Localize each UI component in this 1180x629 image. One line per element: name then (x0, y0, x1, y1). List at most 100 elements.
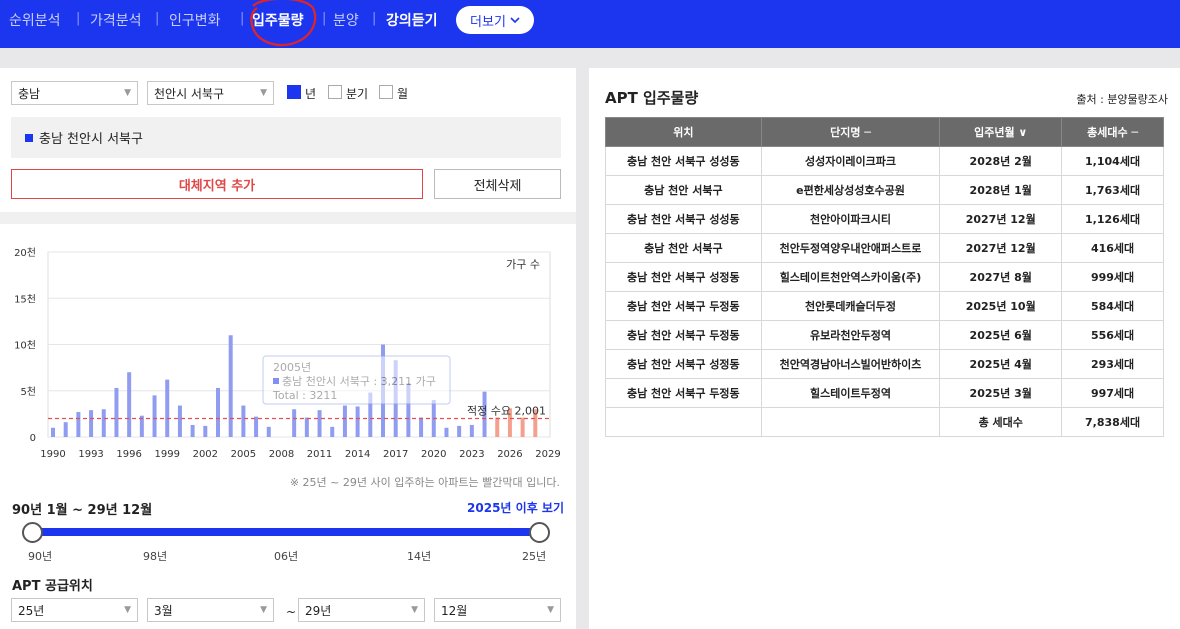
nav-separator: | (76, 11, 81, 26)
more-button[interactable]: 더보기 (456, 6, 534, 34)
header-complex-name[interactable]: 단지명 ─ (760, 117, 941, 147)
red-circle-annotation (250, 0, 317, 47)
to-month-select[interactable]: 12월 ▼ (434, 598, 561, 622)
cell-complex-name: 천안롯데캐슬더두정 (760, 291, 941, 321)
cell-complex-name: 힐스테이트두정역 (760, 378, 941, 408)
checkbox-year-label: 년 (305, 87, 317, 101)
header-total-units[interactable]: 총세대수 ─ (1061, 117, 1164, 147)
cell-location: 충남 천안 서북구 성정동 (605, 349, 762, 379)
nav-item-lecture[interactable]: 강의듣기 (386, 10, 438, 30)
range-slider-end-handle[interactable] (529, 522, 550, 543)
cell-location: 충남 천안 서북구 두정동 (605, 320, 762, 350)
city-select[interactable]: 천안시 서북구 ▼ (147, 81, 274, 105)
header-move-in-date[interactable]: 입주년월 ∨ (939, 117, 1063, 147)
move-in-volume-chart: 0 5천 10천 15천 20천 1990 1993 1996 1999 2002 2005 200… (14, 247, 561, 460)
cell-complex-name: 성성자이레이크파크 (760, 146, 941, 176)
table-row[interactable]: 충남 천안 서북구 두정동 유보라천안두정역 2025년 6월 556세대 (605, 320, 1164, 350)
cell-complex-name: 천안아이파크시티 (760, 204, 941, 234)
bar (76, 412, 81, 437)
cell-location: 충남 천안 서북구 두정동 (605, 378, 762, 408)
range-title: 90년 1월 ~ 29년 12월 (12, 503, 153, 518)
bar (89, 410, 94, 437)
nav-item-population[interactable]: 인구변화 (169, 10, 221, 30)
city-value: 천안시 서북구 (154, 86, 225, 101)
range-slider-start-handle[interactable] (22, 522, 43, 543)
bar (495, 417, 500, 437)
x-tick-label: 2023 (459, 449, 484, 460)
total-empty-cell (760, 407, 941, 437)
bar (241, 405, 246, 437)
add-region-button[interactable]: 대체지역 추가 (11, 169, 423, 199)
bar (317, 410, 322, 437)
move-in-table: 위치 단지명 ─ 입주년월 ∨ 총세대수 ─ 충남 천안 서북구 성성동 성성자이… (605, 117, 1164, 437)
section-divider (0, 212, 576, 224)
table-row[interactable]: 충남 천안 서북구 두정동 힐스테이트두정역 2025년 3월 997세대 (605, 378, 1164, 408)
y-tick-label: 15천 (14, 293, 36, 305)
bar (216, 387, 220, 437)
cell-move-in-date: 2028년 1월 (939, 175, 1063, 205)
y-tick-label: 5천 (20, 386, 36, 398)
table-row[interactable]: 충남 천안 서북구 두정동 천안롯데캐슬더두정 2025년 10월 584세대 (605, 291, 1164, 321)
nav-item-price[interactable]: 가격분석 (90, 10, 142, 30)
more-label: 더보기 (470, 14, 506, 30)
bar (419, 417, 424, 437)
bar (203, 425, 208, 437)
bar (444, 427, 449, 437)
tooltip-total: Total : 3211 (272, 389, 337, 402)
bar (190, 424, 195, 437)
range-slider-track[interactable] (32, 528, 540, 536)
table-row[interactable]: 충남 천안 서북구 천안두정역양우내안애퍼스트로 2027년 12월 416세대 (605, 233, 1164, 263)
bar (342, 405, 347, 437)
legend-square-icon (25, 133, 33, 142)
nav-item-presale[interactable]: 분양 (333, 10, 359, 30)
delete-all-button[interactable]: 전체삭제 (434, 169, 561, 199)
x-tick-label: 2014 (345, 449, 370, 460)
chart-legend: 가구 수 (506, 258, 540, 271)
view-after-2025-link[interactable]: 2025년 이후 보기 (467, 499, 564, 516)
top-nav: 순위분석 | 가격분석 | 인구변화 | 입주물량 | 분양 | 강의듣기 더보… (0, 0, 1180, 48)
nav-item-ranking[interactable]: 순위분석 (9, 10, 61, 30)
x-tick-label: 1990 (40, 449, 65, 460)
from-year-select[interactable]: 25년 ▼ (11, 598, 138, 622)
checkbox-month-label: 월 (397, 87, 409, 101)
from-month-select[interactable]: 3월 ▼ (147, 598, 274, 622)
checkbox-year[interactable] (287, 85, 301, 99)
y-tick-label: 0 (30, 433, 36, 444)
range-label: 25년 (522, 550, 547, 563)
table-row[interactable]: 충남 천안 서북구 성성동 성성자이레이크파크 2028년 2월 1,104세대 (605, 146, 1164, 176)
selected-region-box: 충남 천안시 서북구 (11, 117, 561, 158)
table-source: 출처 : 분양물량조사 (1076, 93, 1168, 106)
range-separator: ~ (286, 605, 297, 619)
cell-complex-name: 천안역경남아너스빌어반하이츠 (760, 349, 941, 379)
bar (355, 406, 360, 437)
cell-location: 충남 천안 서북구 (605, 233, 762, 263)
table-row[interactable]: 충남 천안 서북구 성정동 힐스테이트천안역스카이움(주) 2027년 8월 999세… (605, 262, 1164, 292)
province-select[interactable]: 충남 ▼ (11, 81, 138, 105)
bar (520, 417, 525, 437)
cell-move-in-date: 2025년 6월 (939, 320, 1063, 350)
table-row[interactable]: 충남 천안 서북구 성정동 천안역경남아너스빌어반하이츠 2025년 4월 293세대 (605, 349, 1164, 379)
to-year-select[interactable]: 29년 ▼ (298, 598, 425, 622)
dropdown-arrow-icon: ▼ (411, 605, 418, 615)
checkbox-quarter[interactable] (328, 85, 342, 99)
x-tick-label: 1999 (155, 449, 180, 460)
table-total-row: 총 세대수 7,838세대 (605, 407, 1164, 437)
bar (228, 335, 233, 437)
table-row[interactable]: 충남 천안 서북구 성성동 천안아이파크시티 2027년 12월 1,126세대 (605, 204, 1164, 234)
cell-location: 충남 천안 서북구 두정동 (605, 291, 762, 321)
demand-label: 적정 수요 2,001 (467, 404, 546, 417)
cell-total-units: 1,763세대 (1061, 175, 1164, 205)
cell-complex-name: 천안두정역양우내안애퍼스트로 (760, 233, 941, 263)
bar (63, 422, 68, 437)
cell-complex-name: 힐스테이트천안역스카이움(주) (760, 262, 941, 292)
dropdown-arrow-icon: ▼ (124, 88, 131, 98)
checkbox-month[interactable] (379, 85, 393, 99)
range-label: 98년 (143, 550, 168, 563)
bar (304, 417, 309, 437)
tooltip-year: 2005년 (273, 361, 311, 374)
cell-move-in-date: 2025년 10월 (939, 291, 1063, 321)
tooltip-swatch (273, 378, 279, 384)
table-row[interactable]: 충남 천안 서북구 e편한세상성성호수공원 2028년 1월 1,763세대 (605, 175, 1164, 205)
cell-location: 충남 천안 서북구 (605, 175, 762, 205)
table-title: APT 입주물량 (605, 89, 699, 107)
